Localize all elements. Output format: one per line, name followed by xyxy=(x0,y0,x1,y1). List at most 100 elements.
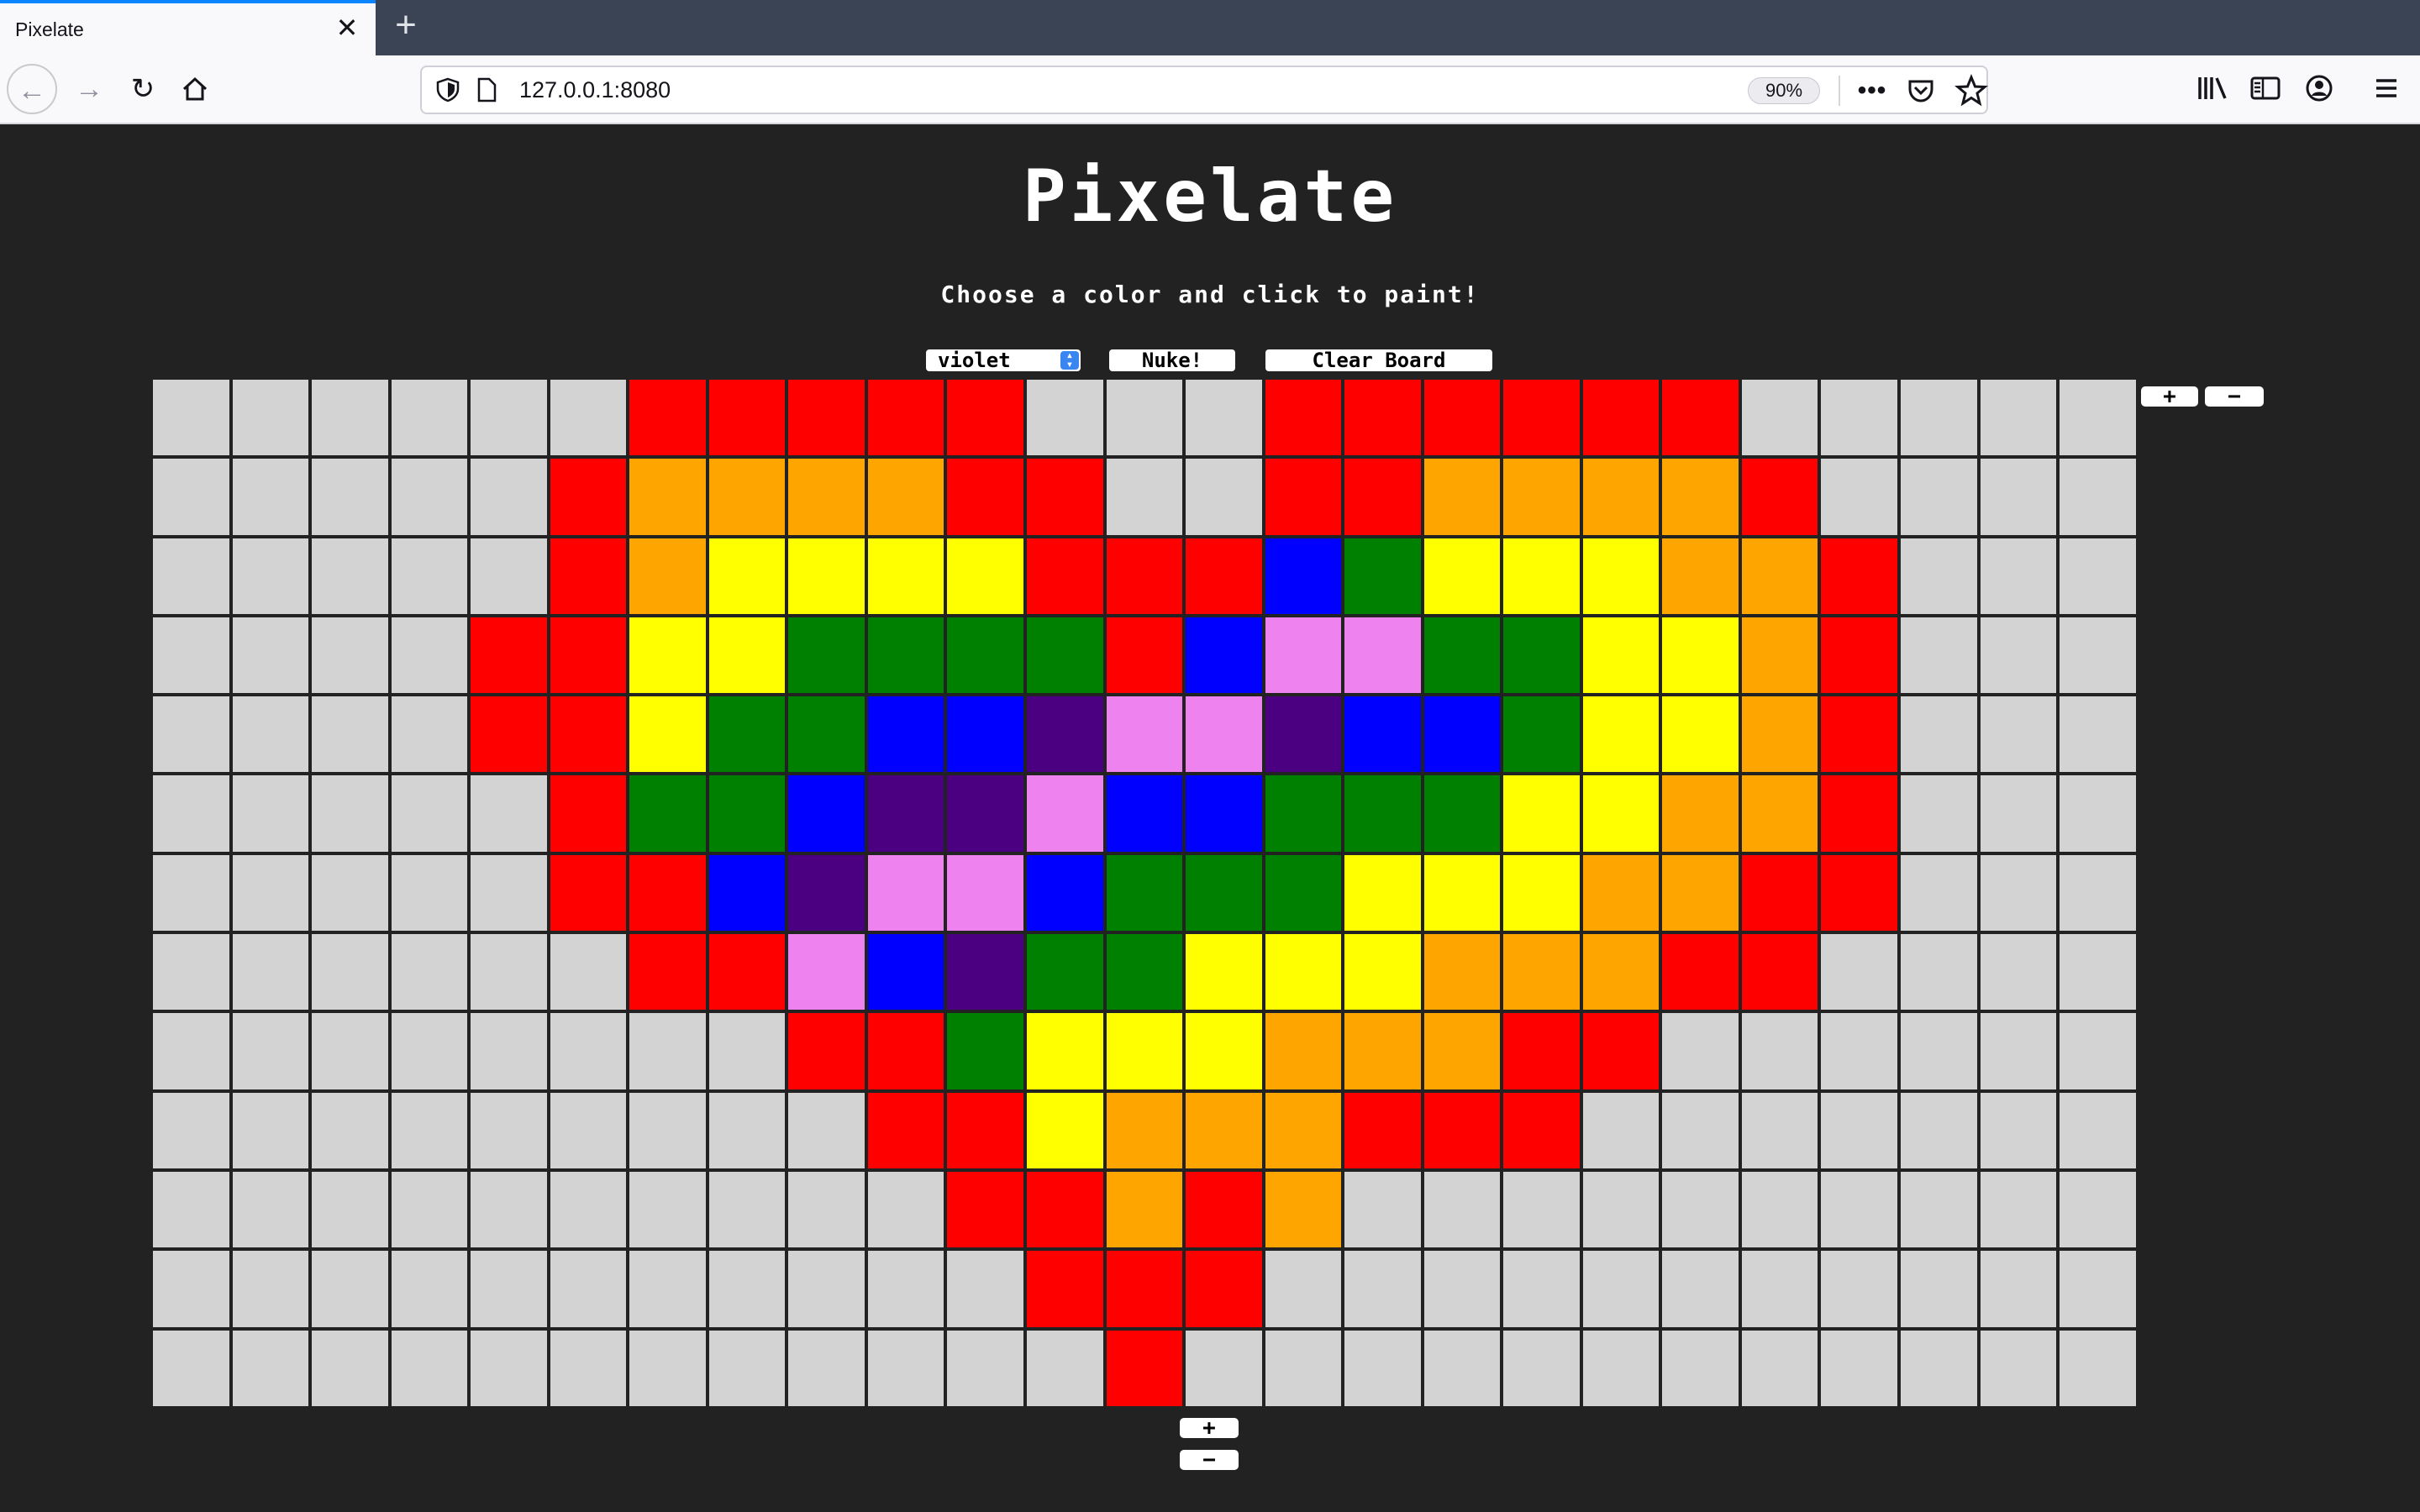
pixel-cell[interactable] xyxy=(548,774,629,853)
library-icon[interactable] xyxy=(2195,67,2232,109)
pixel-cell[interactable] xyxy=(1184,1090,1264,1170)
pixel-cell[interactable] xyxy=(1660,932,1740,1012)
url-text[interactable]: 127.0.0.1:8080 xyxy=(519,77,671,103)
pixel-cell[interactable] xyxy=(1581,774,1661,853)
pixel-cell[interactable] xyxy=(1660,695,1740,774)
pixel-cell[interactable] xyxy=(469,1328,549,1408)
pixel-cell[interactable] xyxy=(628,457,708,537)
pixel-cell[interactable] xyxy=(1581,536,1661,616)
pixel-cell[interactable] xyxy=(1660,1090,1740,1170)
pixel-cell[interactable] xyxy=(1422,536,1502,616)
pixel-cell[interactable] xyxy=(1343,774,1423,853)
pixel-cell[interactable] xyxy=(151,1169,231,1250)
pixel-cell[interactable] xyxy=(707,1090,787,1170)
pixel-cell[interactable] xyxy=(1104,1169,1185,1250)
pixel-cell[interactable] xyxy=(1104,536,1185,616)
pixel-cell[interactable] xyxy=(1819,1328,1900,1408)
pixel-cell[interactable] xyxy=(1263,774,1344,853)
pixel-cell[interactable] xyxy=(151,1328,231,1408)
pixel-cell[interactable] xyxy=(1581,457,1661,537)
pixel-cell[interactable] xyxy=(469,457,549,537)
pixel-cell[interactable] xyxy=(1025,774,1105,853)
pixel-cell[interactable] xyxy=(1660,457,1740,537)
pixel-cell[interactable] xyxy=(1422,1328,1502,1408)
pixel-cell[interactable] xyxy=(1899,536,1979,616)
pixel-cell[interactable] xyxy=(707,1011,787,1091)
pixel-cell[interactable] xyxy=(1025,1011,1105,1091)
pixel-cell[interactable] xyxy=(1819,932,1900,1012)
pixel-cell[interactable] xyxy=(1104,615,1185,696)
pixel-cell[interactable] xyxy=(230,695,311,774)
pixel-cell[interactable] xyxy=(707,853,787,933)
pixel-cell[interactable] xyxy=(865,695,946,774)
pixel-cell[interactable] xyxy=(1660,1169,1740,1250)
pixel-cell[interactable] xyxy=(1422,932,1502,1012)
pixel-cell[interactable] xyxy=(2058,1169,2138,1250)
reload-icon[interactable]: ↻ xyxy=(118,64,168,114)
pixel-cell[interactable] xyxy=(548,932,629,1012)
pixel-cell[interactable] xyxy=(2058,853,2138,933)
pixel-cell[interactable] xyxy=(1581,1169,1661,1250)
pixel-cell[interactable] xyxy=(310,378,390,458)
pixel-cell[interactable] xyxy=(1819,457,1900,537)
pixel-cell[interactable] xyxy=(1422,853,1502,933)
pixel-cell[interactable] xyxy=(1978,457,2059,537)
home-icon[interactable] xyxy=(170,64,220,114)
pixel-cell[interactable] xyxy=(1025,1090,1105,1170)
pixel-cell[interactable] xyxy=(310,932,390,1012)
pixel-cell[interactable] xyxy=(1263,853,1344,933)
pixel-cell[interactable] xyxy=(1104,1090,1185,1170)
pixel-cell[interactable] xyxy=(1422,457,1502,537)
pixel-cell[interactable] xyxy=(628,1090,708,1170)
pixel-cell[interactable] xyxy=(1739,774,1820,853)
pixel-cell[interactable] xyxy=(865,932,946,1012)
pixel-cell[interactable] xyxy=(389,536,470,616)
pixel-cell[interactable] xyxy=(389,1090,470,1170)
pixel-cell[interactable] xyxy=(230,853,311,933)
pixel-cell[interactable] xyxy=(1184,1249,1264,1329)
menu-icon[interactable] xyxy=(2368,67,2405,109)
pixel-cell[interactable] xyxy=(1025,1249,1105,1329)
forward-arrow-icon[interactable]: → xyxy=(64,64,114,114)
pixel-cell[interactable] xyxy=(230,1011,311,1091)
nuke-button[interactable]: Nuke! xyxy=(1109,349,1235,371)
pixel-cell[interactable] xyxy=(1978,1011,2059,1091)
pixel-cell[interactable] xyxy=(1739,853,1820,933)
pixel-cell[interactable] xyxy=(230,378,311,458)
pixel-cell[interactable] xyxy=(389,378,470,458)
pixel-cell[interactable] xyxy=(469,932,549,1012)
pixel-cell[interactable] xyxy=(469,774,549,853)
pixel-cell[interactable] xyxy=(1343,1249,1423,1329)
pixel-cell[interactable] xyxy=(707,378,787,458)
pixel-cell[interactable] xyxy=(628,853,708,933)
close-tab-icon[interactable]: ✕ xyxy=(333,13,361,42)
pixel-cell[interactable] xyxy=(1025,1169,1105,1250)
pixel-cell[interactable] xyxy=(1581,1011,1661,1091)
pixel-cell[interactable] xyxy=(1263,1249,1344,1329)
pixel-cell[interactable] xyxy=(1978,932,2059,1012)
pixel-cell[interactable] xyxy=(1978,1090,2059,1170)
pixel-cell[interactable] xyxy=(2058,457,2138,537)
pixel-cell[interactable] xyxy=(548,1169,629,1250)
pixel-cell[interactable] xyxy=(865,853,946,933)
pixel-cell[interactable] xyxy=(310,1328,390,1408)
pixel-cell[interactable] xyxy=(310,536,390,616)
pixel-cell[interactable] xyxy=(1660,536,1740,616)
pixel-cell[interactable] xyxy=(1025,615,1105,696)
pixel-cell[interactable] xyxy=(1819,1011,1900,1091)
pixel-cell[interactable] xyxy=(469,615,549,696)
remove-row-button[interactable]: − xyxy=(1180,1449,1239,1471)
pixel-cell[interactable] xyxy=(2058,615,2138,696)
pixel-cell[interactable] xyxy=(1502,853,1581,933)
pixel-cell[interactable] xyxy=(1502,1090,1581,1170)
pixel-cell[interactable] xyxy=(1739,536,1820,616)
pixel-cell[interactable] xyxy=(389,853,470,933)
pixel-cell[interactable] xyxy=(548,378,629,458)
pixel-cell[interactable] xyxy=(1343,378,1423,458)
pixel-cell[interactable] xyxy=(1184,536,1264,616)
pixel-cell[interactable] xyxy=(1978,615,2059,696)
pixel-cell[interactable] xyxy=(1502,695,1581,774)
pixel-cell[interactable] xyxy=(786,853,866,933)
clear-board-button[interactable]: Clear Board xyxy=(1265,349,1492,371)
pixel-cell[interactable] xyxy=(230,1328,311,1408)
